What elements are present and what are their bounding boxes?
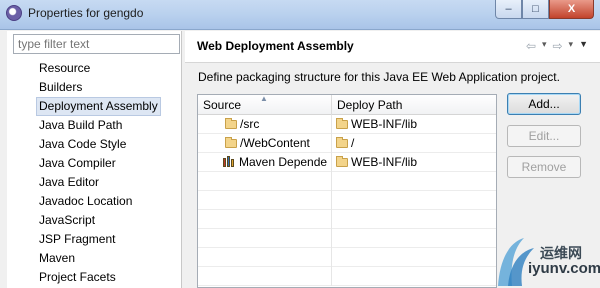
table-row[interactable]: Maven Depende WEB-INF/lib [198,153,496,172]
property-page-list: Resource Builders Deployment Assembly Ja… [7,31,182,288]
deployment-table[interactable]: ▲ Source Deploy Path /src WEB-INF/lib /W… [197,94,497,288]
back-arrow-icon[interactable]: ⇦ [526,39,536,53]
watermark-url: iyunv.com [528,260,600,277]
minimize-button[interactable]: – [495,0,522,19]
table-row[interactable]: /src WEB-INF/lib [198,115,496,134]
empty-row [198,248,496,267]
window-controls: – □ X [495,0,594,20]
title-bar[interactable]: Properties for gengdo – □ X [0,0,600,30]
nav-item-javascript[interactable]: JavaScript [37,211,161,230]
sort-ascending-icon: ▲ [260,94,268,103]
deploy-path-label: / [351,136,355,150]
column-header-source[interactable]: ▲ Source [198,95,332,115]
deploy-path-label: WEB-INF/lib [351,155,417,169]
forward-arrow-icon[interactable]: ⇨ [552,39,562,53]
page-description: Define packaging structure for this Java… [198,70,560,84]
source-cell: /WebContent [198,134,332,153]
folder-icon [225,137,237,148]
library-icon [223,156,236,167]
empty-row [198,210,496,229]
folder-icon [336,137,348,148]
deploy-path-cell: WEB-INF/lib [332,115,496,134]
nav-item-java-editor[interactable]: Java Editor [37,173,161,192]
nav-item-deployment-assembly[interactable]: Deployment Assembly [36,97,161,116]
folder-icon [336,156,348,167]
edit-button[interactable]: Edit... [507,125,581,147]
empty-row [198,172,496,191]
history-navigation: ⇦ ▾ ⇨ ▾ ▼ [526,39,588,53]
source-label: Maven Depende [239,155,328,169]
folder-icon [225,118,237,129]
remove-button[interactable]: Remove [507,156,581,178]
window-title: Properties for gengdo [28,6,144,20]
close-button[interactable]: X [549,0,594,19]
column-header-deploy-path-label: Deploy Path [337,98,403,112]
nav-item-java-build-path[interactable]: Java Build Path [37,116,161,135]
table-header: ▲ Source Deploy Path [198,95,496,115]
nav-item-java-code-style[interactable]: Java Code Style [37,135,161,154]
deploy-path-cell: WEB-INF/lib [332,153,496,172]
watermark: 运维网 iyunv.com [490,228,600,288]
deploy-path-label: WEB-INF/lib [351,117,417,131]
nav-item-javadoc-location[interactable]: Javadoc Location [37,192,161,211]
page-title: Web Deployment Assembly [197,39,354,53]
source-label: /WebContent [240,136,310,150]
page-header: Web Deployment Assembly ⇦ ▾ ⇨ ▾ ▼ [185,31,600,63]
empty-row [198,191,496,210]
nav-item-resource[interactable]: Resource [37,59,161,78]
column-header-source-label: Source [203,98,242,112]
column-header-deploy-path[interactable]: Deploy Path [332,95,496,115]
chevron-down-icon[interactable]: ▾ [542,39,547,53]
empty-row [198,229,496,248]
nav-item-builders[interactable]: Builders [37,78,161,97]
table-row[interactable]: /WebContent / [198,134,496,153]
chevron-down-icon[interactable]: ▾ [569,39,574,53]
eclipse-icon [6,5,22,21]
source-label: /src [240,117,260,131]
folder-icon [336,118,348,129]
property-page-tree: Resource Builders Deployment Assembly Ja… [36,59,161,287]
source-cell: /src [198,115,332,134]
maximize-button[interactable]: □ [522,0,549,19]
nav-item-jsp-fragment[interactable]: JSP Fragment [37,230,161,249]
nav-item-maven[interactable]: Maven [37,249,161,268]
empty-row [198,267,496,286]
nav-item-project-facets[interactable]: Project Facets [37,268,161,287]
add-button[interactable]: Add... [507,93,581,115]
nav-item-java-compiler[interactable]: Java Compiler [37,154,161,173]
view-menu-icon[interactable]: ▼ [579,39,588,53]
filter-input[interactable] [13,34,180,54]
deploy-path-cell: / [332,134,496,153]
watermark-logo-icon [498,238,534,286]
source-cell: Maven Depende [198,153,332,172]
